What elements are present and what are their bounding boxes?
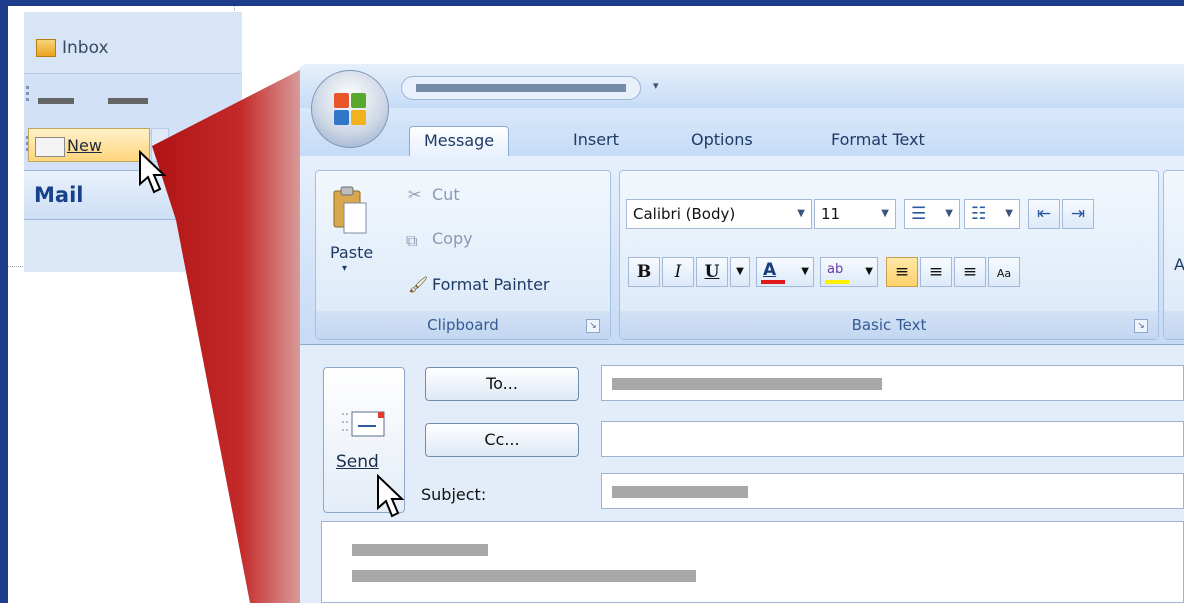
decrease-indent-button[interactable]: ⇤ — [1028, 199, 1060, 229]
send-label: Send — [336, 452, 379, 472]
qat-dropdown-icon[interactable]: ▾ — [653, 79, 659, 92]
highlight-swatch — [825, 280, 849, 284]
toolbar-grip-icon — [26, 92, 29, 95]
font-size-combo[interactable]: 11 ▼ — [814, 199, 896, 229]
new-button-text: New — [67, 136, 102, 155]
font-color-swatch — [761, 280, 785, 284]
new-button-label: New — [67, 136, 102, 155]
font-size-dropdown-icon: ▼ — [881, 208, 889, 219]
redacted-toolbar-item — [108, 98, 148, 104]
styles-icon: Aa — [996, 267, 1012, 280]
next-group-partial-label: A — [1174, 255, 1184, 274]
align-left-button[interactable]: ≡ — [886, 257, 918, 287]
outlook-main-window-fragment: Inbox New Mail — [8, 6, 242, 272]
bold-button[interactable]: B — [628, 257, 660, 287]
paste-dropdown-icon[interactable]: ▾ — [342, 263, 347, 274]
cc-field[interactable] — [601, 421, 1184, 457]
clipboard-group-label: Clipboard — [316, 311, 610, 339]
basic-text-group: Calibri (Body) ▼ 11 ▼ ☰ ▼ ☷ ▼ ⇤ ⇥ B I U … — [619, 170, 1159, 340]
office-button[interactable] — [311, 70, 389, 148]
basic-text-group-label: Basic Text — [620, 311, 1158, 339]
next-group-label — [1164, 311, 1184, 339]
to-field[interactable] — [601, 365, 1184, 401]
clipboard-group: Paste ▾ ✂ Cut ⧉ Copy 🖌 Format Painter Cl… — [315, 170, 611, 340]
mouse-pointer-icon — [139, 150, 167, 194]
font-name-combo[interactable]: Calibri (Body) ▼ — [626, 199, 812, 229]
tab-format-text[interactable]: Format Text — [817, 126, 939, 156]
italic-button[interactable]: I — [662, 257, 694, 287]
inbox-folder-icon — [36, 39, 56, 57]
styles-button[interactable]: Aa — [988, 257, 1020, 287]
navigation-pane-header: Mail — [24, 170, 242, 220]
decrease-indent-icon: ⇤ — [1036, 204, 1052, 224]
mail-title: Mail — [34, 183, 84, 207]
align-center-button[interactable]: ≡ — [920, 257, 952, 287]
redacted-subject — [612, 486, 748, 498]
cc-button[interactable]: Cc... — [425, 423, 579, 457]
office-logo-icon — [334, 93, 366, 125]
send-text: Send — [336, 452, 379, 472]
numbering-icon: ☷ — [971, 204, 987, 224]
copy-button[interactable]: Copy — [432, 229, 473, 248]
underline-button[interactable]: U — [696, 257, 728, 287]
quick-access-toolbar — [401, 76, 641, 100]
send-envelope-icon — [342, 411, 385, 437]
format-painter-icon: 🖌 — [408, 275, 429, 294]
highlight-button[interactable]: ab ▼ — [820, 257, 878, 287]
to-button[interactable]: To... — [425, 367, 579, 401]
address-area: Send To... Cc... Subject: — [297, 345, 1184, 603]
paste-icon — [333, 186, 367, 234]
tab-options[interactable]: Options — [677, 126, 767, 156]
cut-icon: ✂ — [408, 185, 422, 204]
tab-insert[interactable]: Insert — [559, 126, 633, 156]
numbering-button[interactable]: ☷ ▼ — [964, 199, 1020, 229]
navigation-pane-body — [24, 220, 242, 272]
compose-window: ▾ Message Insert Options Format Text Pas… — [297, 64, 1184, 603]
font-color-button[interactable]: A ▼ — [756, 257, 814, 287]
ribbon-tab-row: Message Insert Options Format Text — [297, 108, 1184, 157]
increase-indent-button[interactable]: ⇥ — [1062, 199, 1094, 229]
underline-dropdown-icon[interactable]: ▼ — [730, 257, 750, 287]
inbox-title: Inbox — [62, 38, 109, 58]
paste-button[interactable]: Paste — [330, 243, 373, 262]
names-group-partial: A — [1163, 170, 1184, 340]
font-size-value: 11 — [821, 205, 841, 223]
font-color-dropdown-icon: ▼ — [801, 266, 809, 277]
subject-label: Subject: — [421, 485, 487, 504]
clipboard-launcher-icon[interactable]: ↘ — [586, 319, 600, 333]
tab-message[interactable]: Message — [409, 126, 510, 157]
bullets-button[interactable]: ☰ ▼ — [904, 199, 960, 229]
font-name-dropdown-icon: ▼ — [797, 208, 805, 219]
toolbar-grip-icon — [26, 98, 29, 101]
new-mail-icon — [35, 137, 65, 157]
message-body[interactable] — [321, 521, 1184, 603]
align-right-icon: ≡ — [962, 262, 978, 282]
redacted-toolbar-item — [38, 98, 74, 104]
cut-button[interactable]: Cut — [432, 185, 460, 204]
new-button[interactable]: New — [28, 128, 150, 162]
redacted-body-line — [352, 544, 488, 556]
basic-text-launcher-icon[interactable]: ↘ — [1134, 319, 1148, 333]
align-left-icon: ≡ — [894, 262, 910, 282]
subject-field[interactable] — [601, 473, 1184, 509]
redacted-title — [416, 84, 626, 92]
title-bar: ▾ — [297, 64, 1184, 108]
highlight-dropdown-icon: ▼ — [865, 266, 873, 277]
redacted-body-line — [352, 570, 696, 582]
increase-indent-icon: ⇥ — [1070, 204, 1086, 224]
font-name-value: Calibri (Body) — [633, 205, 736, 223]
mouse-pointer-icon — [377, 474, 405, 518]
align-center-icon: ≡ — [928, 262, 944, 282]
copy-icon: ⧉ — [406, 231, 418, 250]
numbering-dropdown-icon: ▼ — [1005, 208, 1013, 219]
inbox-header: Inbox — [24, 12, 242, 74]
toolbar-grip-icon — [26, 86, 29, 89]
redacted-recipient — [612, 378, 882, 390]
align-right-button[interactable]: ≡ — [954, 257, 986, 287]
bullets-dropdown-icon: ▼ — [945, 208, 953, 219]
toolbar-strip — [24, 74, 242, 122]
bullets-icon: ☰ — [911, 204, 927, 224]
ribbon: Paste ▾ ✂ Cut ⧉ Copy 🖌 Format Painter Cl… — [297, 156, 1184, 345]
format-painter-button[interactable]: Format Painter — [432, 275, 549, 294]
